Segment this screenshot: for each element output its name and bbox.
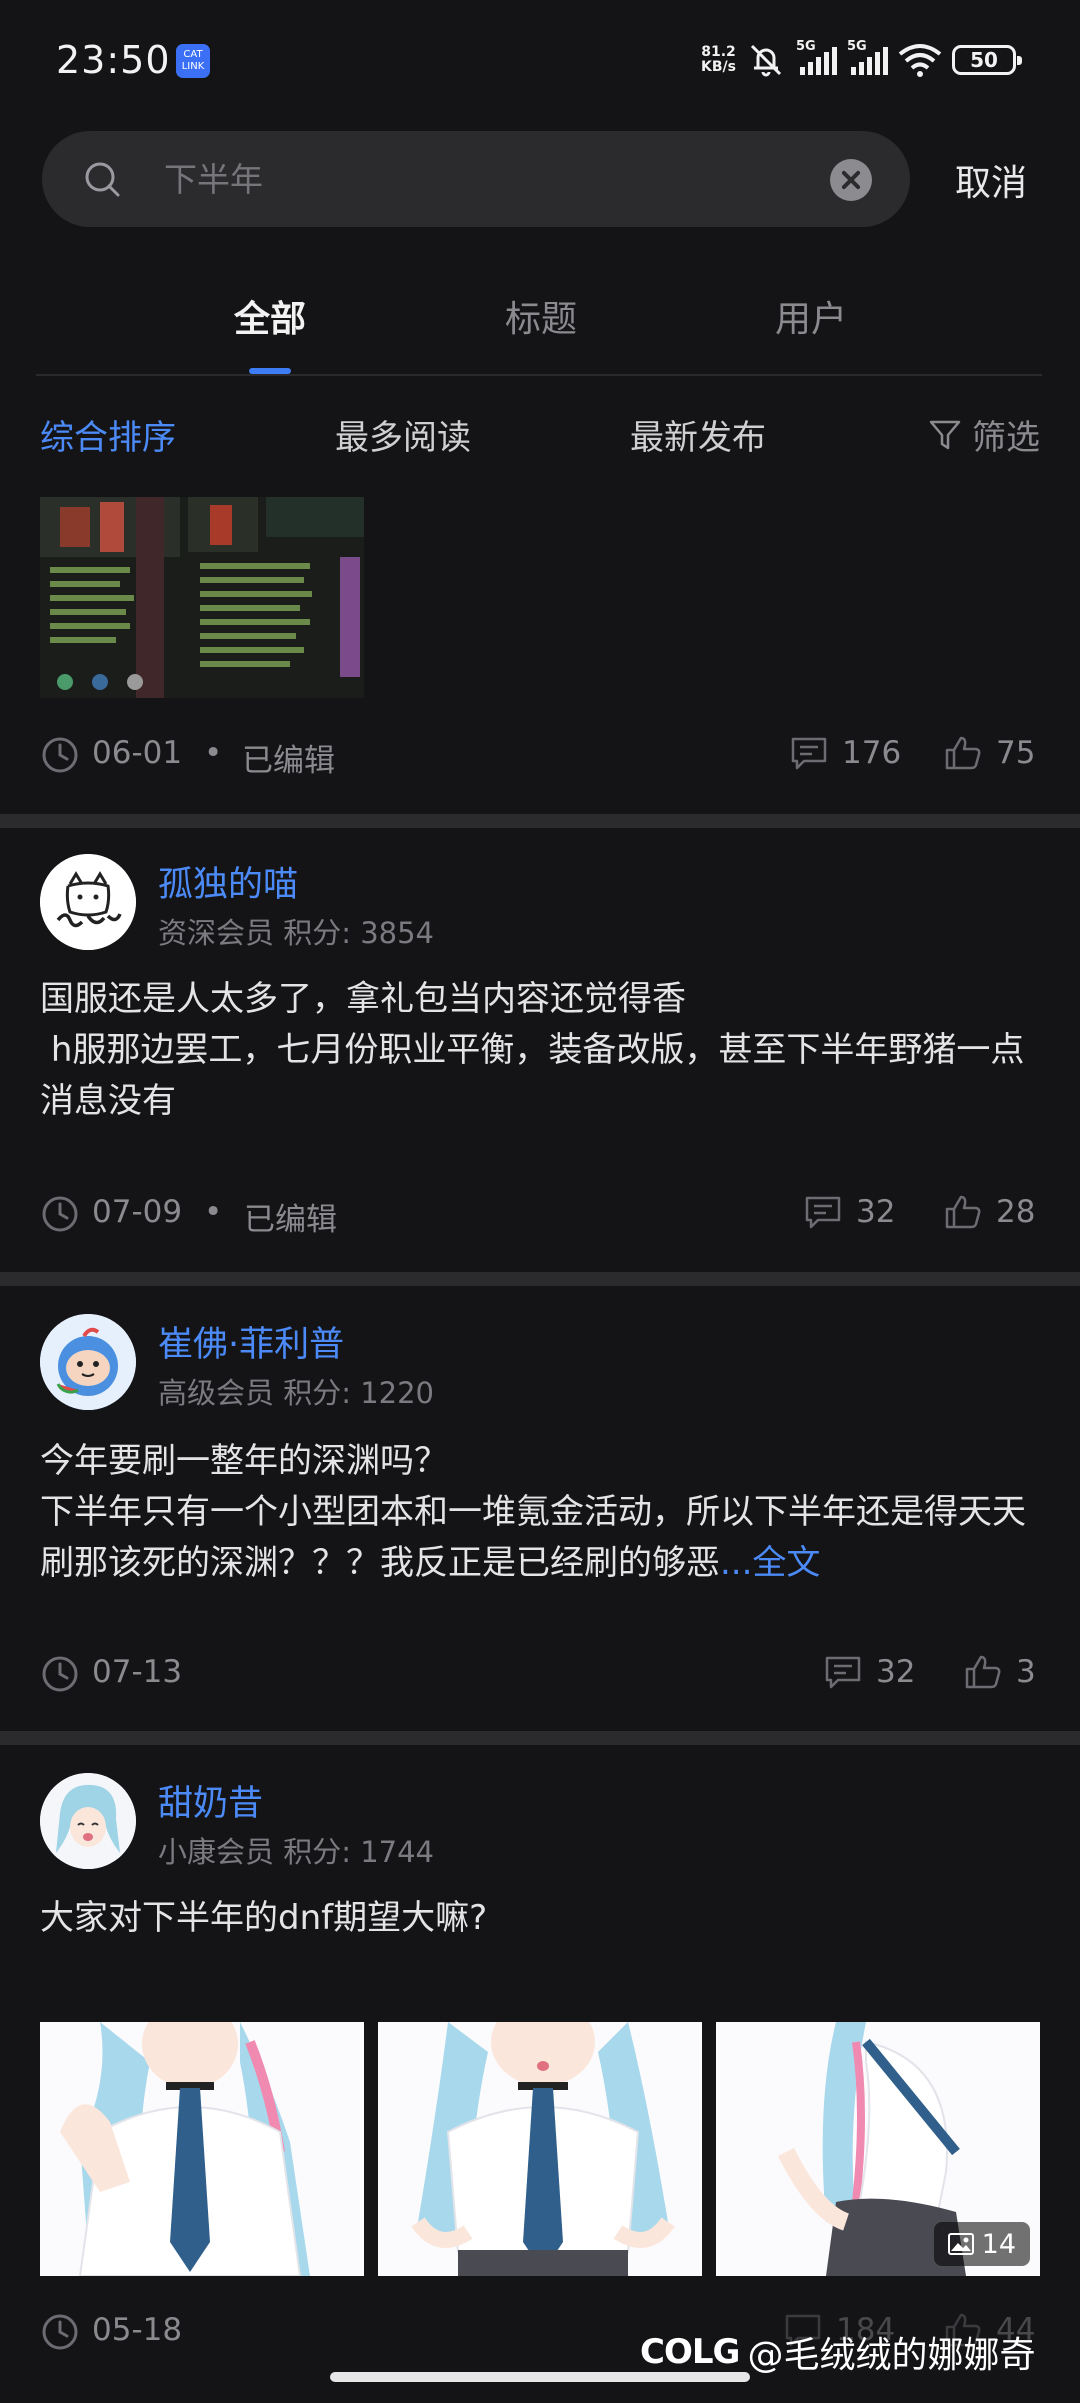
post-text[interactable]: 国服还是人太多了，拿礼包当内容还觉得香 h服那边罢工，七月份职业平衡，装备改版，… [40, 974, 1040, 1127]
battery-icon: 50 [952, 45, 1022, 75]
like-count[interactable]: 3 [964, 1654, 1036, 1690]
username[interactable]: 崔佛·菲利普 [158, 1316, 344, 1367]
post-meta-row: 07-13 32 3 [40, 1650, 1040, 1698]
colg-logo: COLG [640, 2332, 740, 2372]
tab-title[interactable]: 标题 [471, 290, 611, 342]
network-speed-unit: KB/s [701, 59, 736, 75]
home-indicator[interactable] [330, 2372, 750, 2382]
clock-icon [42, 1656, 78, 1692]
image-count-badge: 14 [933, 2222, 1030, 2266]
avatar[interactable] [40, 1314, 136, 1410]
anime-girl-avatar-image [40, 1773, 136, 1869]
cat-logo-avatar-image [40, 854, 136, 950]
anime-girl-illustration [40, 2022, 364, 2276]
cartoon-face-avatar-image [40, 1314, 136, 1410]
sort-comprehensive[interactable]: 综合排序 [40, 410, 176, 459]
post-meta-row: 07-09 • 已编辑 32 28 [40, 1190, 1040, 1238]
active-tab-indicator [249, 368, 291, 374]
post-image-game-screenshot[interactable] [40, 497, 364, 698]
edited-label: 已编辑 [242, 743, 335, 779]
signal-icon-sim1: 5G [796, 39, 837, 75]
comment-count[interactable]: 32 [824, 1654, 915, 1690]
anime-girl-illustration [378, 2022, 702, 2276]
read-more-link[interactable]: ...全文 [720, 1543, 820, 1583]
mute-bell-icon [750, 44, 782, 77]
user-rank: 高级会员 积分: 1220 [158, 1376, 435, 1410]
post-image-1[interactable] [40, 2022, 364, 2276]
post-meta-row: 06-01 • 已编辑 176 75 [40, 731, 1040, 779]
sort-newest[interactable]: 最新发布 [630, 410, 766, 459]
status-icons: 81.2 KB/s 5G 5G 50 [701, 38, 1022, 82]
post-date: 05-18 [92, 2312, 183, 2348]
search-icon [85, 162, 120, 197]
status-bar: 23:50 CAT LINK 81.2 KB/s 5G 5G 50 [0, 0, 1080, 120]
post-image-3[interactable]: 14 [716, 2022, 1040, 2276]
like-count[interactable]: 28 [944, 1194, 1035, 1230]
comment-icon [825, 1656, 861, 1689]
thumbs-up-icon [945, 736, 981, 770]
clock-icon [42, 1196, 78, 1232]
user-rank: 资深会员 积分: 3854 [158, 916, 435, 950]
thumbs-up-icon [945, 1195, 981, 1229]
clock-icon [42, 737, 78, 773]
username[interactable]: 甜奶昔 [158, 1775, 263, 1826]
separator-dot: • [204, 1194, 223, 1230]
watermark: COLG @毛绒绒的娜娜奇 [640, 2326, 1035, 2378]
thumbs-up-icon [965, 1655, 1001, 1689]
search-input[interactable] [164, 131, 844, 227]
filter-label: 筛选 [972, 418, 1040, 458]
user-rank: 小康会员 积分: 1744 [158, 1835, 435, 1869]
username[interactable]: 孤独的喵 [158, 856, 298, 907]
post-date: 07-13 [92, 1654, 183, 1690]
tab-user[interactable]: 用户 [741, 290, 881, 342]
avatar[interactable] [40, 854, 136, 950]
game-screenshot-image [40, 497, 364, 698]
catlink-app-icon: CAT LINK [176, 44, 210, 78]
post-image-grid: 14 [40, 2022, 1040, 2276]
post-date: 06-01 [92, 735, 183, 771]
clock-icon [42, 2314, 78, 2350]
search-bar[interactable] [42, 131, 910, 227]
watermark-handle: @毛绒绒的娜娜奇 [747, 2335, 1036, 2376]
post-text[interactable]: 大家对下半年的dnf期望大嘛? [40, 1893, 1040, 1944]
image-gallery-icon [947, 2233, 974, 2255]
image-count: 14 [981, 2228, 1016, 2260]
post-text[interactable]: 今年要刷一整年的深渊吗？ 下半年只有一个小型团本和一堆氪金活动，所以下半年还是得… [40, 1436, 1040, 1589]
edited-label: 已编辑 [244, 1202, 337, 1238]
network-speed: 81.2 KB/s [701, 45, 736, 75]
filter-icon [929, 420, 961, 449]
like-count[interactable]: 75 [944, 735, 1035, 771]
network-speed-value: 81.2 [701, 44, 736, 60]
tab-all[interactable]: 全部 [200, 290, 340, 342]
wifi-icon [898, 44, 942, 77]
comment-icon [805, 1196, 841, 1229]
post-divider [0, 814, 1080, 828]
cancel-button[interactable]: 取消 [955, 154, 1027, 206]
post-image-2[interactable] [378, 2022, 702, 2276]
post-divider [0, 1731, 1080, 1745]
status-time: 23:50 [56, 38, 171, 82]
result-tabs: 全部 标题 用户 [36, 280, 1042, 376]
sort-most-read[interactable]: 最多阅读 [335, 410, 471, 459]
comment-count[interactable]: 176 [790, 735, 901, 771]
clear-search-icon[interactable] [830, 159, 872, 201]
sort-bar: 综合排序 最多阅读 最新发布 筛选 [0, 410, 1080, 470]
comment-icon [791, 737, 827, 770]
avatar[interactable] [40, 1773, 136, 1869]
post-divider [0, 1272, 1080, 1286]
post-date: 07-09 [92, 1194, 183, 1230]
separator-dot: • [204, 735, 223, 771]
filter-button[interactable]: 筛选 [928, 410, 1040, 459]
post-text-body: 今年要刷一整年的深渊吗？ 下半年只有一个小型团本和一堆氪金活动，所以下半年还是得… [40, 1441, 1026, 1583]
signal-icon-sim2: 5G [847, 39, 888, 75]
comment-count[interactable]: 32 [804, 1194, 895, 1230]
